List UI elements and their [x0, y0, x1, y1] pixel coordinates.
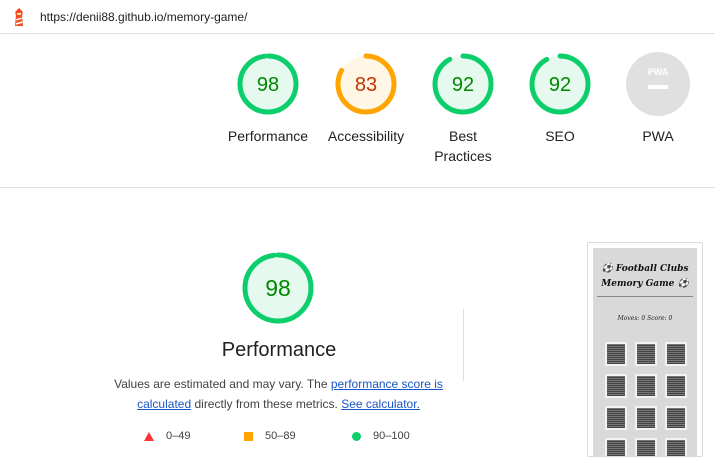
section-divider: [463, 309, 464, 381]
performance-score: 98: [257, 74, 279, 96]
legend-range-fail: 0–49: [166, 430, 191, 442]
memory-card: [665, 342, 687, 366]
note-text-prefix: Values are estimated and may vary. The: [114, 377, 331, 391]
performance-big-gauge: 98: [242, 252, 314, 324]
football-icon: ⚽: [601, 264, 613, 274]
performance-heading: Performance: [221, 339, 337, 361]
gauge-accessibility[interactable]: 83 Accessibility: [316, 52, 416, 146]
gauge-pwa[interactable]: PWA PWA: [608, 52, 708, 146]
legend-range-pass: 90–100: [373, 430, 410, 442]
legend-average: 50–89: [244, 430, 296, 442]
triangle-icon: [144, 431, 154, 441]
gauge-seo[interactable]: 92 SEO: [510, 52, 610, 146]
seo-score: 92: [549, 74, 571, 96]
memory-card: [605, 342, 627, 366]
note-text-middle: directly from these metrics.: [191, 397, 342, 411]
performance-big-score: 98: [265, 275, 291, 301]
performance-gauge-ring: 98: [237, 53, 299, 115]
screenshot-page: ⚽ Football Clubs Memory Game ⚽ Moves: 0 …: [593, 248, 697, 456]
gauge-label-best-practices: Best Practices: [413, 126, 513, 166]
memory-card: [605, 374, 627, 398]
gauge-label-accessibility: Accessibility: [327, 128, 405, 144]
legend-pass: 90–100: [352, 430, 410, 442]
screenshot-rule: [597, 296, 693, 297]
gauge-label-seo: SEO: [545, 128, 575, 144]
pwa-badge-icon: PWA: [626, 52, 690, 116]
memory-card: [665, 374, 687, 398]
page-url[interactable]: https://denii88.github.io/memory-game/: [40, 10, 247, 24]
memory-card: [605, 406, 627, 430]
gauge-label-line2: Practices: [434, 148, 492, 164]
performance-note: Values are estimated and may vary. The p…: [100, 374, 457, 414]
gauge-label-pwa: PWA: [642, 128, 674, 144]
memory-card: [665, 406, 687, 430]
screenshot-title: ⚽ Football Clubs Memory Game ⚽: [593, 262, 697, 292]
memory-card: [605, 438, 627, 456]
gauge-label-line1: Best: [448, 128, 477, 144]
accessibility-score: 83: [355, 74, 377, 96]
card-grid: [605, 342, 687, 456]
accessibility-gauge-ring: 83: [335, 53, 397, 115]
gauge-performance[interactable]: 98 Performance: [218, 52, 318, 146]
see-calculator-link[interactable]: See calculator.: [341, 397, 420, 411]
memory-card: [635, 342, 657, 366]
screenshot-title-line2: Memory Game: [601, 279, 675, 289]
category-summary: 98 Performance 83 Accessibility 92 Best …: [0, 34, 715, 188]
pwa-badge-text: PWA: [648, 67, 669, 77]
memory-card: [635, 374, 657, 398]
circle-icon: [352, 431, 361, 441]
screenshot-stats: Moves: 0 Score: 0: [617, 315, 673, 322]
football-icon: ⚽: [677, 279, 689, 289]
legend-range-average: 50–89: [265, 430, 296, 442]
screenshot-title-line1: Football Clubs: [615, 264, 689, 274]
best-practices-score: 92: [452, 74, 474, 96]
final-screenshot[interactable]: ⚽ Football Clubs Memory Game ⚽ Moves: 0 …: [587, 242, 703, 457]
url-bar: https://denii88.github.io/memory-game/: [0, 0, 715, 34]
best-practices-gauge-ring: 92: [432, 53, 494, 115]
gauge-best-practices[interactable]: 92 Best Practices: [413, 52, 513, 166]
memory-card: [635, 406, 657, 430]
legend-fail: 0–49: [144, 430, 190, 442]
performance-section: 98 Performance Values are estimated and …: [0, 189, 715, 458]
seo-gauge-ring: 92: [529, 53, 591, 115]
memory-card: [635, 438, 657, 456]
lighthouse-icon: [15, 8, 23, 26]
memory-card: [665, 438, 687, 456]
square-icon: [244, 431, 253, 441]
gauge-label-performance: Performance: [227, 128, 309, 144]
